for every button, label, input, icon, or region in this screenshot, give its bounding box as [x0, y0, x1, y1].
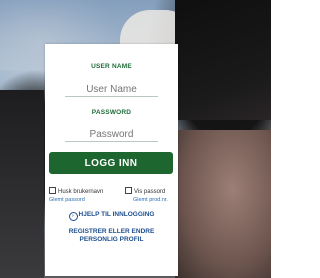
show-password-label: Vis passord [134, 189, 166, 195]
remember-username-label: Husk brukernavn [58, 189, 104, 195]
register-line-1: REGISTRER ELLER ENDRE [68, 228, 155, 235]
forgot-producer-number-link[interactable]: Glemt prod.nr. [133, 197, 168, 203]
username-label: USER NAME [91, 63, 132, 70]
password-label: PASSWORD [91, 109, 132, 116]
chevron-right-icon: › [68, 212, 78, 221]
background-cow-nose [175, 130, 271, 278]
forgot-password-link[interactable]: Glemt passord [49, 197, 85, 203]
checkbox-icon [125, 187, 132, 194]
show-password-checkbox[interactable]: Vis passord [125, 187, 165, 195]
background-cow-head [175, 0, 271, 120]
help-login-label: HJELP TIL INNLOGGING [78, 211, 155, 218]
help-login-link[interactable]: › HJELP TIL INNLOGGING [45, 211, 178, 221]
register-profile-link[interactable]: REGISTRER ELLER ENDRE PERSONLIG PROFIL [45, 228, 178, 244]
password-input[interactable] [65, 127, 158, 142]
login-button[interactable]: LOGG INN [49, 152, 173, 174]
checkbox-icon [49, 187, 56, 194]
register-line-2: PERSONLIG PROFIL [79, 236, 144, 243]
username-input[interactable] [65, 82, 158, 97]
login-panel: USER NAME PASSWORD LOGG INN Husk brukern… [45, 44, 178, 276]
background-cow-left [0, 90, 44, 278]
remember-username-checkbox[interactable]: Husk brukernavn [49, 187, 103, 195]
